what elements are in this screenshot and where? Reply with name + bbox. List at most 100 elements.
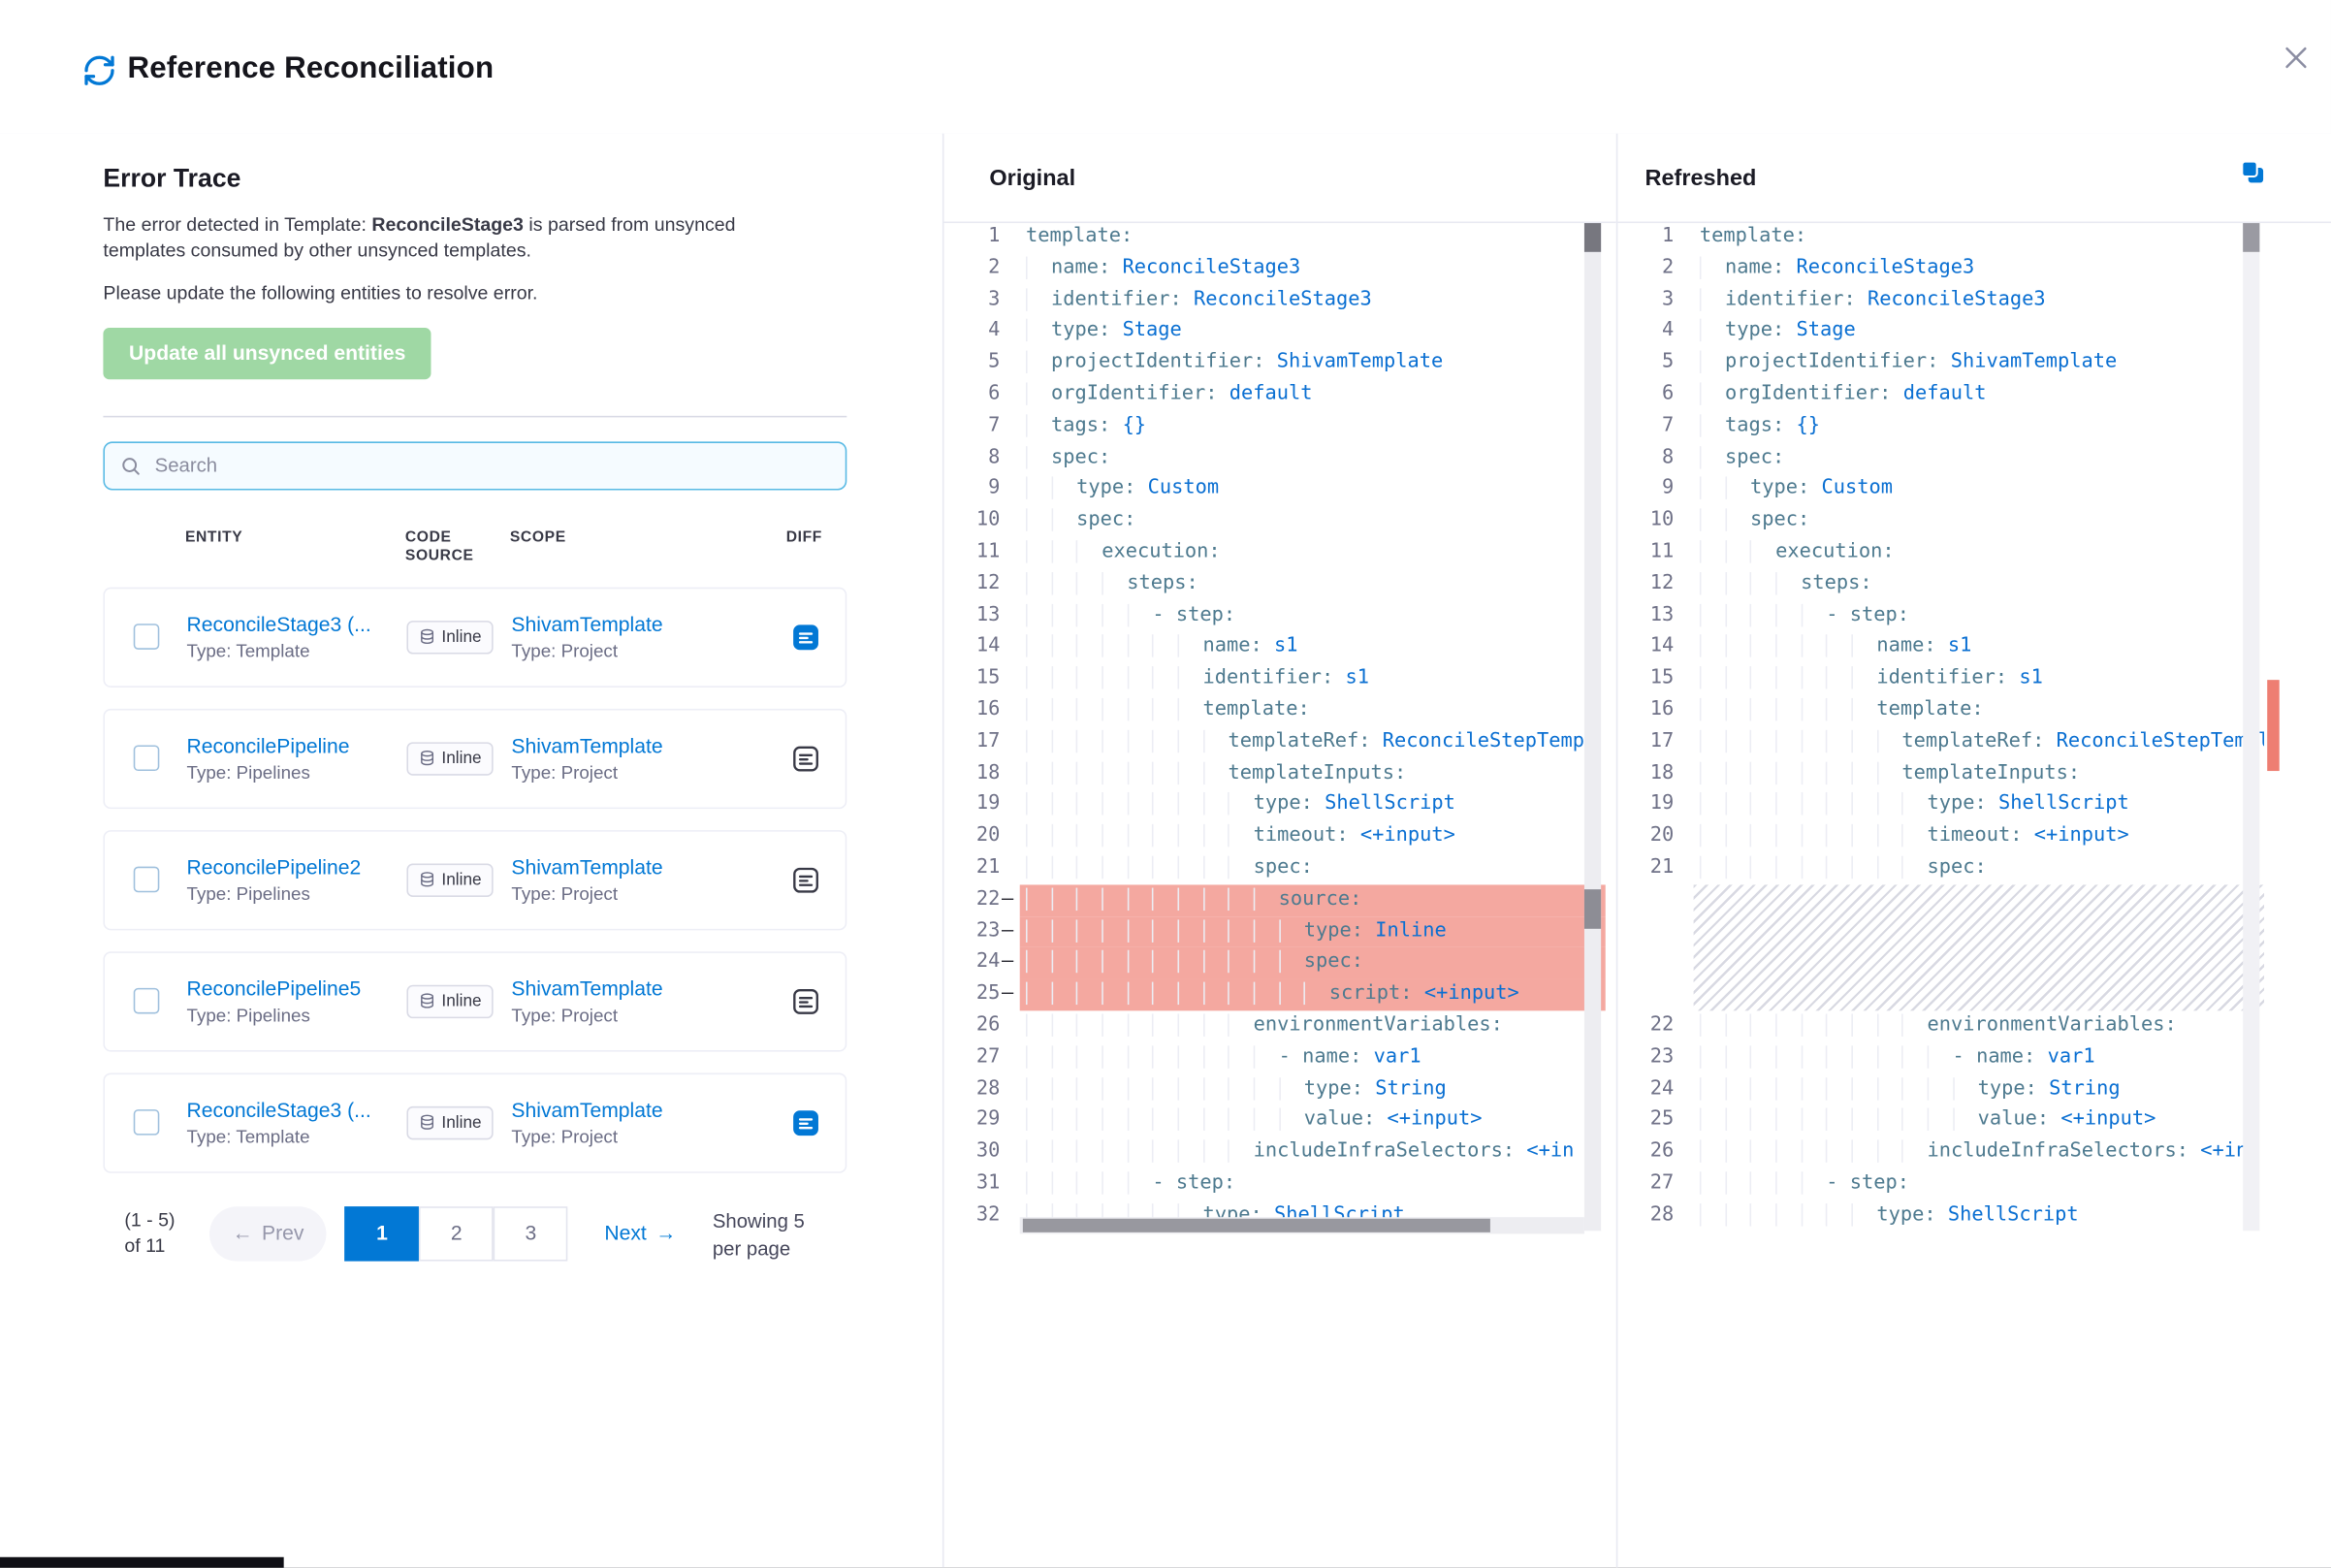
entity-link[interactable]: ReconcileStage3 (... bbox=[187, 1098, 407, 1120]
scope-link[interactable]: ShivamTemplate bbox=[511, 613, 787, 635]
code-line: 25 value: <+input> bbox=[1617, 1105, 2264, 1137]
code-line: 9 type: Custom bbox=[943, 474, 1605, 506]
row-checkbox[interactable] bbox=[134, 1109, 160, 1136]
pagination: (1 - 5) of 11 ←Prev 123 Next→ Showing 5 … bbox=[124, 1205, 846, 1262]
vertical-scrollbar-track[interactable] bbox=[2243, 223, 2259, 1231]
next-button[interactable]: Next→ bbox=[587, 1205, 695, 1260]
code-line: 26 environmentVariables: bbox=[943, 1010, 1605, 1042]
code-line: 5 projectIdentifier: ShivamTemplate bbox=[1617, 348, 2264, 380]
code-line: 19 type: ShellScript bbox=[943, 789, 1605, 821]
error-trace-panel: Error Trace The error detected in Templa… bbox=[0, 134, 942, 1568]
pagination-range: (1 - 5) of 11 bbox=[124, 1207, 191, 1259]
page-button-1[interactable]: 1 bbox=[345, 1205, 420, 1260]
scope-link[interactable]: ShivamTemplate bbox=[511, 976, 787, 999]
prev-button[interactable]: ←Prev bbox=[209, 1205, 327, 1260]
column-header-scope: SCOPE bbox=[510, 528, 786, 565]
deleted-code-line: 23— type: Inline bbox=[943, 916, 1605, 948]
row-checkbox[interactable] bbox=[134, 867, 160, 893]
page-button-3[interactable]: 3 bbox=[494, 1205, 568, 1260]
copy-button[interactable] bbox=[2238, 158, 2265, 190]
code-line: 21 spec: bbox=[943, 852, 1605, 884]
entity-list: ReconcileStage3 (... Type: Template Inli… bbox=[103, 587, 846, 1172]
code-line: 29 value: <+input> bbox=[943, 1105, 1605, 1137]
vertical-scrollbar-thumb[interactable] bbox=[2243, 223, 2259, 252]
entity-link[interactable]: ReconcilePipeline2 bbox=[187, 855, 407, 878]
scope-type: Type: Project bbox=[511, 1125, 787, 1146]
scope-type: Type: Project bbox=[511, 882, 787, 904]
original-panel-header: Original bbox=[943, 134, 1617, 223]
code-line: 2 name: ReconcileStage3 bbox=[943, 253, 1605, 285]
code-line: 13 - step: bbox=[1617, 600, 2264, 632]
refreshed-panel: Refreshed 1template:2 name: ReconcileSta… bbox=[1616, 134, 2331, 1568]
code-source-badge: Inline bbox=[406, 863, 494, 896]
diff-icon[interactable] bbox=[790, 864, 820, 894]
background-edge bbox=[0, 1557, 284, 1568]
refreshed-title: Refreshed bbox=[1645, 165, 1757, 191]
dialog-header: Reference Reconciliation bbox=[0, 0, 2331, 135]
table-row[interactable]: ReconcilePipeline5 Type: Pipelines Inlin… bbox=[103, 951, 846, 1051]
code-line: 4 type: Stage bbox=[943, 316, 1605, 348]
inline-source-icon bbox=[419, 993, 435, 1009]
code-line: 4 type: Stage bbox=[1617, 316, 2264, 348]
page-button-2[interactable]: 2 bbox=[419, 1205, 494, 1260]
entity-link[interactable]: ReconcilePipeline5 bbox=[187, 976, 407, 999]
table-row[interactable]: ReconcileStage3 (... Type: Template Inli… bbox=[103, 1072, 846, 1172]
search-input[interactable] bbox=[152, 452, 831, 478]
diff-edge-marker bbox=[2267, 680, 2280, 771]
scope-link[interactable]: ShivamTemplate bbox=[511, 734, 787, 756]
horizontal-scrollbar-thumb[interactable] bbox=[1023, 1219, 1490, 1232]
code-line: 10 spec: bbox=[943, 505, 1605, 537]
code-source-badge: Inline bbox=[406, 620, 494, 653]
code-line: 18 templateInputs: bbox=[943, 758, 1605, 790]
code-line: 14 name: s1 bbox=[1617, 632, 2264, 664]
search-icon bbox=[120, 455, 142, 476]
reference-reconciliation-dialog: Reference Reconciliation Error Trace The… bbox=[0, 0, 2331, 1568]
row-checkbox[interactable] bbox=[134, 624, 160, 650]
error-description: The error detected in Template: Reconcil… bbox=[103, 212, 788, 263]
diff-icon[interactable] bbox=[790, 986, 820, 1016]
original-code-area[interactable]: 1template:2 name: ReconcileStage33 ident… bbox=[943, 222, 1605, 1568]
diff-icon[interactable] bbox=[790, 622, 820, 652]
code-line: 27 - step: bbox=[1617, 1168, 2264, 1200]
row-checkbox[interactable] bbox=[134, 745, 160, 771]
table-row[interactable]: ReconcilePipeline2 Type: Pipelines Inlin… bbox=[103, 829, 846, 929]
table-row[interactable]: ReconcilePipeline Type: Pipelines Inline… bbox=[103, 708, 846, 808]
code-line: 7 tags: {} bbox=[1617, 411, 2264, 443]
arrow-left-icon: ← bbox=[232, 1222, 252, 1244]
code-line: 13 - step: bbox=[943, 600, 1605, 632]
refreshed-code-area[interactable]: 1template:2 name: ReconcileStage33 ident… bbox=[1617, 222, 2264, 1568]
update-all-unsynced-button[interactable]: Update all unsynced entities bbox=[103, 327, 431, 378]
diff-gap bbox=[1617, 884, 2264, 1010]
deleted-code-line: 22— source: bbox=[943, 884, 1605, 916]
close-icon bbox=[2283, 44, 2310, 71]
table-row[interactable]: ReconcileStage3 (... Type: Template Inli… bbox=[103, 587, 846, 687]
code-line: 12 steps: bbox=[943, 569, 1605, 601]
table-header: ENTITY CODE SOURCE SCOPE DIFF bbox=[103, 528, 846, 565]
close-button[interactable] bbox=[2277, 40, 2316, 80]
inline-source-icon bbox=[419, 1114, 435, 1131]
vertical-scrollbar-track[interactable] bbox=[1584, 223, 1601, 1231]
row-checkbox[interactable] bbox=[134, 988, 160, 1014]
column-header-code-source: CODE SOURCE bbox=[405, 528, 481, 565]
scope-type: Type: Project bbox=[511, 761, 787, 783]
code-line: 19 type: ShellScript bbox=[1617, 789, 2264, 821]
code-line: 17 templateRef: ReconcileStepTempl bbox=[1617, 726, 2264, 758]
diff-icon[interactable] bbox=[790, 1107, 820, 1137]
error-description-2: Please update the following entities to … bbox=[103, 281, 788, 306]
refresh-icon bbox=[82, 53, 117, 96]
vertical-scrollbar-thumb[interactable] bbox=[1584, 223, 1601, 252]
code-line: 30 includeInfraSelectors: <+in bbox=[943, 1136, 1605, 1168]
scope-link[interactable]: ShivamTemplate bbox=[511, 855, 787, 878]
code-line: 5 projectIdentifier: ShivamTemplate bbox=[943, 348, 1605, 380]
entity-link[interactable]: ReconcilePipeline bbox=[187, 734, 407, 756]
entity-type: Type: Pipelines bbox=[187, 761, 407, 783]
code-line: 12 steps: bbox=[1617, 569, 2264, 601]
entity-link[interactable]: ReconcileStage3 (... bbox=[187, 613, 407, 635]
code-line: 18 templateInputs: bbox=[1617, 758, 2264, 790]
code-line: 16 template: bbox=[1617, 695, 2264, 727]
scope-link[interactable]: ShivamTemplate bbox=[511, 1098, 787, 1120]
inline-source-icon bbox=[419, 628, 435, 645]
dialog-title: Reference Reconciliation bbox=[127, 51, 494, 86]
code-line: 24 type: String bbox=[1617, 1073, 2264, 1105]
diff-icon[interactable] bbox=[790, 743, 820, 773]
